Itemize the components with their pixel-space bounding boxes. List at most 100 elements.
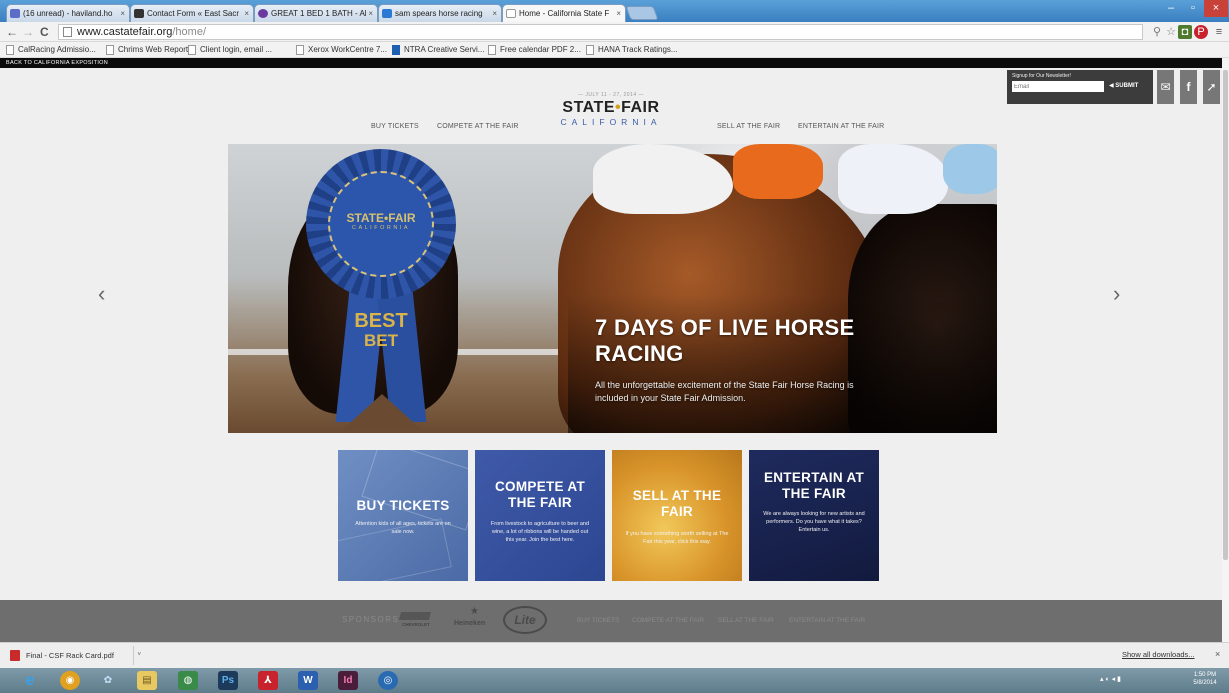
bookmark-item[interactable]: HANA Track Ratings... [586, 44, 678, 56]
website-viewport: BACK TO CALIFORNIA EXPOSITION Signup for… [0, 58, 1222, 642]
facebook-icon[interactable]: f [1180, 70, 1197, 104]
word-icon[interactable]: W [298, 671, 318, 690]
hero-slide[interactable]: STATE•FAIR CALIFORNIA BEST BET 7 DAYS OF… [228, 144, 997, 433]
url-bar[interactable]: www.castatefair.org/home/ [58, 24, 1143, 40]
close-icon[interactable]: × [368, 5, 373, 22]
close-icon[interactable]: × [120, 5, 125, 22]
back-button[interactable]: ← [6, 24, 18, 40]
forward-button[interactable]: → [22, 24, 34, 40]
chevron-down-icon[interactable]: ˅ [137, 646, 141, 665]
back-to-expo-link[interactable]: BACK TO CALIFORNIA EXPOSITION [0, 58, 1222, 68]
page-icon [106, 45, 114, 55]
app-icon[interactable]: ◎ [378, 671, 398, 690]
chrome-icon[interactable]: ◉ [60, 671, 80, 690]
download-filename: Final - CSF Rack Card.pdf [26, 651, 114, 660]
bookmark-item[interactable]: CalRacing Admissio... [6, 44, 96, 56]
star-icon: ★ [470, 606, 479, 617]
page-icon [506, 9, 516, 18]
logo-dates: — JULY 11 - 27, 2014 — [577, 92, 645, 98]
card-description: We are always looking for new artists an… [763, 511, 865, 533]
card-compete[interactable]: COMPETE AT THE FAIR From livestock to ag… [475, 450, 605, 581]
nav-sell[interactable]: SELL AT THE FAIR [717, 123, 780, 130]
state-fair-logo[interactable]: — JULY 11 - 27, 2014 — STATE•FAIR CALIFO… [550, 92, 672, 132]
download-item[interactable]: Final - CSF Rack Card.pdf ˅ [4, 646, 141, 665]
miller-lite-logo[interactable]: Lite [503, 606, 547, 634]
sponsor-name: CHEVROLET [402, 622, 430, 627]
close-icon[interactable]: × [1215, 649, 1220, 659]
bookmark-item[interactable]: Xerox WorkCentre 7... [296, 44, 387, 56]
ribbon-title: STATE•FAIR [346, 211, 416, 225]
menu-icon[interactable]: ≡ [1212, 25, 1226, 39]
footer-nav-entertain[interactable]: ENTERTAIN AT THE FAIR [789, 617, 865, 624]
url-path: /home/ [172, 26, 207, 38]
carousel-prev-arrow-icon[interactable]: ‹ [98, 282, 105, 306]
close-icon[interactable]: × [616, 5, 621, 22]
best-bet-ribbon: STATE•FAIR CALIFORNIA BEST BET [306, 144, 456, 430]
browser-tab-state-fair[interactable]: Home - California State F × [502, 4, 626, 22]
browser-tab-contact-form[interactable]: Contact Form « East Sacr × [130, 4, 254, 22]
card-entertain[interactable]: ENTERTAIN AT THE FAIR We are always look… [749, 450, 879, 581]
bookmark-item[interactable]: Client login, email ... [188, 44, 272, 56]
minimize-button[interactable]: – [1160, 0, 1182, 17]
photoshop-icon[interactable]: Ps [218, 671, 238, 690]
app-icon[interactable]: ✿ [98, 671, 118, 690]
carousel-next-arrow-icon[interactable]: › [1113, 282, 1120, 306]
chevrolet-logo[interactable]: CHEVROLET [398, 608, 446, 630]
card-sell[interactable]: SELL AT THE FAIR If you have something w… [612, 450, 742, 581]
logo-main: STATE•FAIR [550, 99, 672, 117]
close-icon[interactable]: × [492, 5, 497, 22]
card-title: SELL AT THE FAIR [632, 488, 722, 519]
browser-tab-listing[interactable]: GREAT 1 BED 1 BATH - Al × [254, 4, 378, 22]
nav-entertain[interactable]: ENTERTAIN AT THE FAIR [798, 123, 884, 130]
pinterest-icon[interactable]: P [1194, 25, 1208, 39]
newsletter-email-input[interactable] [1012, 81, 1104, 92]
page-icon [488, 45, 496, 55]
footer-nav-buy-tickets[interactable]: BUY TICKETS [577, 617, 619, 624]
extension-icon[interactable]: ◘ [1178, 25, 1192, 39]
newsletter-signup: Signup for Our Newsletter! ◀ SUBMIT [1007, 70, 1153, 104]
newsletter-submit-button[interactable]: ◀ SUBMIT [1109, 81, 1138, 92]
card-buy-tickets[interactable]: BUY TICKETS Attention kids of all ages, … [338, 450, 468, 581]
bookmark-star-icon[interactable]: ☆ [1164, 25, 1178, 39]
footer-nav-compete[interactable]: COMPETE AT THE FAIR [632, 617, 704, 624]
reload-button[interactable]: C [40, 24, 49, 40]
browser-tab-gmail[interactable]: (16 unread) - haviland.ho × [6, 4, 130, 22]
file-explorer-icon[interactable]: ▤ [137, 671, 157, 690]
sponsor-name: Heineken [454, 620, 486, 627]
maximize-button[interactable]: ▫ [1182, 0, 1204, 17]
new-tab-button[interactable] [625, 6, 659, 20]
bookmark-label: NTRA Creative Servi... [404, 45, 485, 54]
hero-title: 7 DAYS OF LIVE HORSE RACING [595, 315, 855, 366]
clock-time: 1:50 PM [1193, 672, 1217, 678]
email-icon[interactable]: ✉ [1157, 70, 1174, 104]
bookmark-item[interactable]: Chrims Web Reporti... [106, 44, 197, 56]
tab-label: Home - California State F [519, 9, 610, 18]
acrobat-icon[interactable]: ⅄ [258, 671, 278, 690]
nav-compete[interactable]: COMPETE AT THE FAIR [437, 123, 519, 130]
bookmark-item[interactable]: Free calendar PDF 2... [488, 44, 581, 56]
close-icon[interactable]: × [244, 5, 249, 22]
indesign-icon[interactable]: Id [338, 671, 358, 690]
tab-label: sam spears horse racing [395, 9, 483, 18]
card-description: From livestock to agriculture to beer an… [490, 521, 590, 543]
internet-explorer-icon[interactable]: e [20, 671, 40, 690]
ticket-graphic [361, 450, 468, 531]
clock[interactable]: 1:50 PM 5/8/2014 [1185, 671, 1225, 687]
footer-nav-sell[interactable]: SELL AT THE FAIR [718, 617, 774, 624]
show-all-downloads-link[interactable]: Show all downloads... [1122, 650, 1195, 659]
heineken-logo[interactable]: ★ Heineken [454, 606, 494, 632]
ribbon-bet: BET [364, 331, 398, 350]
page-icon [188, 45, 196, 55]
twitter-icon[interactable]: ➚ [1203, 70, 1220, 104]
close-window-button[interactable]: × [1204, 0, 1228, 17]
page-icon [6, 45, 14, 55]
ntra-icon [392, 45, 400, 55]
app-icon[interactable]: ◍ [178, 671, 198, 690]
scrollbar-thumb[interactable] [1223, 70, 1228, 560]
nav-buy-tickets[interactable]: BUY TICKETS [371, 123, 419, 130]
bookmark-item[interactable]: NTRA Creative Servi... [392, 44, 484, 56]
browser-tab-search[interactable]: sam spears horse racing × [378, 4, 502, 22]
zoom-icon[interactable]: ⚲ [1150, 25, 1164, 39]
system-tray-icons[interactable]: ▴ ◐ ◂ ▮ [1100, 675, 1121, 683]
browser-tab-strip: (16 unread) - haviland.ho × Contact Form… [0, 0, 1229, 22]
